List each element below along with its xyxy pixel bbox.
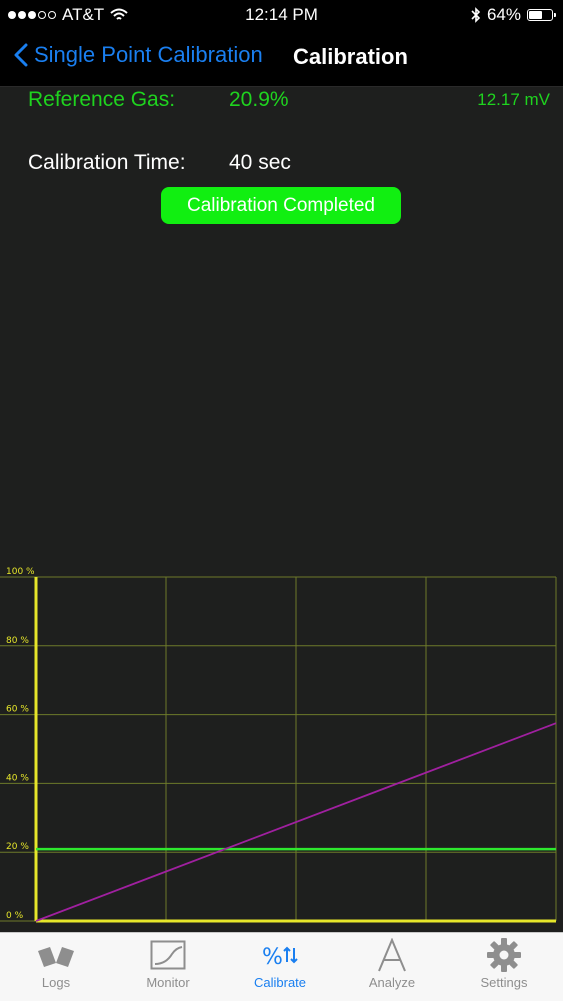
navigation-bar: Single Point Calibration Calibration (0, 30, 563, 87)
tab-settings[interactable]: Settings (448, 933, 560, 1001)
back-button-label: Single Point Calibration (34, 42, 263, 67)
tab-logs-label: Logs (41, 975, 71, 990)
y-tick-label: 40 % (6, 773, 29, 783)
status-right: 64% (471, 5, 556, 25)
y-tick-label: 100 % (6, 567, 35, 577)
reference-gas-value: 20.9% (229, 88, 289, 111)
calibration-completed-badge: Calibration Completed (161, 187, 401, 224)
y-tick-label: 80 % (6, 636, 29, 646)
calibration-time-label: Calibration Time: (28, 151, 186, 174)
tab-calibrate-label: Calibrate (253, 975, 307, 990)
status-bar: AT&T 12:14 PM 64% (0, 0, 563, 30)
chevron-left-icon (14, 43, 28, 67)
battery-percent: 64% (486, 5, 521, 24)
y-tick-label: 20 % (6, 842, 29, 852)
tab-monitor[interactable]: Monitor (112, 933, 224, 1001)
tab-monitor-label: Monitor (146, 975, 190, 990)
page-title: Calibration (293, 44, 408, 69)
y-tick-label: 60 % (6, 705, 29, 715)
bluetooth-icon (471, 7, 481, 23)
svg-text:%: % (262, 945, 283, 970)
monitor-icon (150, 940, 186, 970)
calibrate-icon: % (262, 945, 298, 970)
tab-analyze-label: Analyze (368, 975, 416, 990)
battery-icon (527, 9, 556, 21)
reference-gas-label: Reference Gas: (28, 88, 176, 111)
analyze-icon (378, 938, 406, 972)
tab-settings-label: Settings (480, 975, 528, 990)
tab-logs[interactable]: Logs (0, 933, 112, 1001)
calibration-chart: 100 % 80 % 60 % 40 % 20 % 0 % (0, 567, 557, 923)
calibration-time-value: 40 sec (229, 151, 291, 174)
y-tick-label: 0 % (6, 911, 24, 921)
millivolt-reading: 12.17 mV (477, 90, 550, 109)
logs-icon (38, 947, 74, 967)
tab-analyze[interactable]: Analyze (336, 933, 448, 1001)
tab-calibrate[interactable]: % Calibrate (224, 933, 336, 1001)
tab-bar: Logs Monitor % Calibrate Analyze Setting… (0, 932, 563, 1001)
back-button[interactable]: Single Point Calibration (14, 42, 263, 68)
gear-icon (487, 938, 521, 972)
